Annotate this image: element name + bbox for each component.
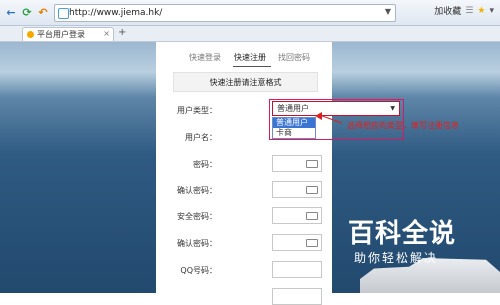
tab-bar: ⌂ 平台用户登录 × + — [0, 26, 500, 65]
refresh-icon[interactable]: ⟳ — [20, 5, 34, 19]
browser-toolbar: ← ⟳ ↶ http://www.jiema.hk/ ▼ 加收藏 ☰ ★ ▾ — [0, 0, 500, 26]
tab-quick-login[interactable]: 快速登录 — [189, 52, 221, 63]
tab-quick-register[interactable]: 快速注册 — [234, 52, 266, 63]
user-type-dropdown[interactable]: 普通用户 卡商 — [272, 117, 316, 139]
dropdown-icon[interactable]: ▾ — [489, 6, 494, 16]
close-icon[interactable]: × — [103, 29, 110, 38]
confirm-password-input[interactable] — [272, 181, 322, 198]
security-password-input[interactable] — [272, 207, 322, 224]
keyboard-icon[interactable] — [306, 186, 318, 194]
star-icon[interactable]: ★ — [477, 6, 485, 16]
form-tabs: 快速登录 快速注册 找回密码 — [156, 50, 332, 67]
user-type-value: 普通用户 — [277, 104, 309, 113]
user-type-select[interactable]: 普通用户 ▼ — [272, 101, 400, 116]
password-label: 密码： — [193, 160, 217, 169]
site-icon — [58, 8, 69, 19]
password-input[interactable] — [272, 155, 322, 172]
option-normal-user[interactable]: 普通用户 — [273, 118, 315, 128]
menu-icon[interactable]: ☰ — [465, 6, 473, 16]
url-text: http://www.jiema.hk/ — [69, 8, 163, 18]
keyboard-icon[interactable] — [306, 160, 318, 168]
undo-icon[interactable]: ↶ — [36, 5, 50, 19]
security-password-label: 安全密码： — [177, 212, 217, 221]
option-card-merchant[interactable]: 卡商 — [273, 128, 315, 138]
user-type-label: 用户类型： — [177, 106, 217, 115]
active-tab-indicator — [233, 66, 271, 67]
watermark: 百科全说 助你轻松解决 — [348, 219, 456, 266]
tab-recover-password[interactable]: 找回密码 — [278, 52, 310, 63]
qq-label: QQ号码： — [180, 266, 217, 275]
next-input[interactable] — [272, 288, 322, 305]
watermark-title: 百科全说 — [348, 219, 457, 249]
keyboard-icon[interactable] — [306, 212, 318, 220]
tab-platform-login[interactable]: 平台用户登录 × — [22, 27, 114, 41]
favorites-button[interactable]: 加收藏 — [434, 4, 461, 17]
favicon-icon — [27, 31, 34, 38]
address-bar[interactable]: http://www.jiema.hk/ ▼ — [54, 4, 396, 22]
back-icon[interactable]: ← — [4, 5, 18, 19]
confirm-security-password-label: 确认密码： — [177, 239, 217, 248]
annotation-text: 选择相应的类型，填写注册信息 — [347, 121, 459, 130]
new-tab-button[interactable]: + — [118, 27, 126, 38]
chevron-down-icon[interactable]: ▼ — [385, 7, 391, 16]
confirm-security-password-input[interactable] — [272, 234, 322, 251]
username-label: 用户名： — [185, 133, 217, 142]
format-notice: 快速注册请注意格式 — [173, 72, 318, 92]
qq-input[interactable] — [272, 261, 322, 278]
watermark-subtitle: 助你轻松解决 — [354, 251, 439, 265]
confirm-password-label: 确认密码： — [177, 186, 217, 195]
register-panel: 快速登录 快速注册 找回密码 快速注册请注意格式 用户类型： 用户名： 密码： … — [156, 42, 332, 305]
keyboard-icon[interactable] — [306, 239, 318, 247]
chevron-down-icon: ▼ — [390, 105, 395, 112]
tab-title: 平台用户登录 — [37, 30, 85, 39]
